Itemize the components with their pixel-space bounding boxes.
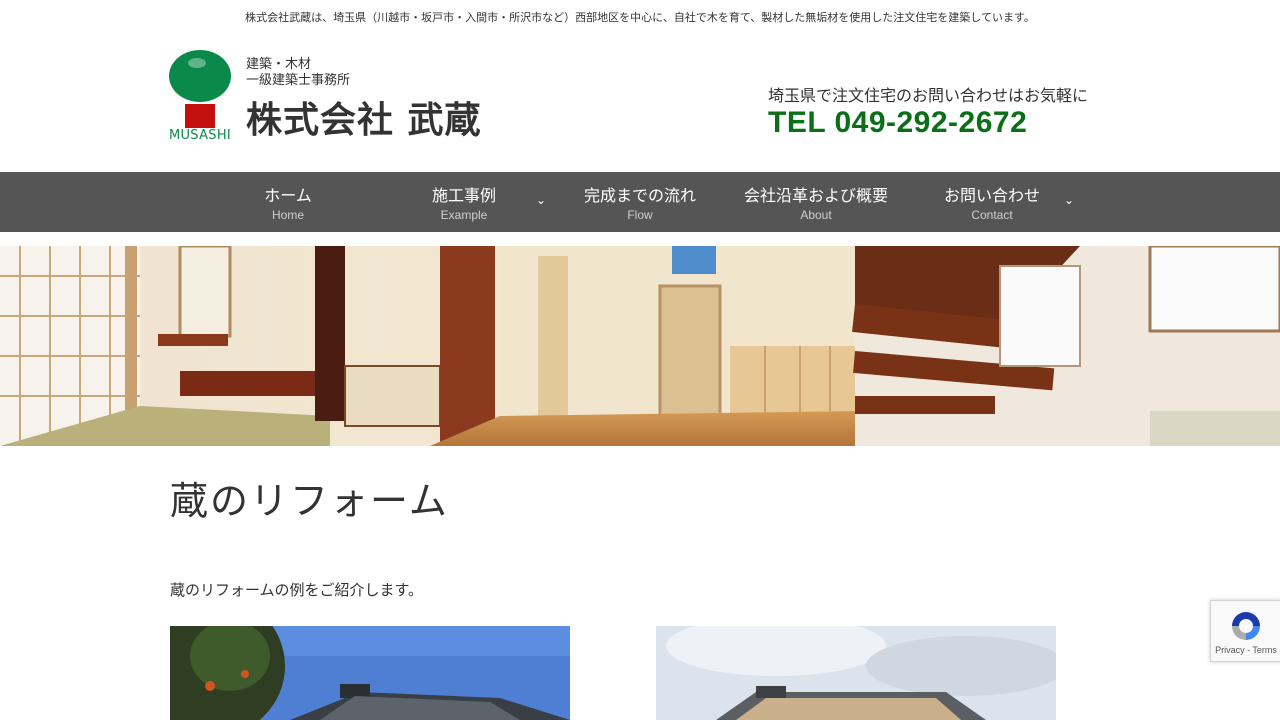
recaptcha-icon [1232,612,1260,640]
nav-sublabel: About [800,208,832,222]
nav-label: 施工事例 [431,186,496,205]
nav-sublabel: Flow [627,208,653,222]
brand-line-1: 建築・木材 [246,57,312,72]
reform-photo-1[interactable] [170,626,570,720]
chevron-down-icon[interactable]: ⌄ [1064,193,1074,207]
musashi-logo-icon[interactable]: MUSASHI [163,50,237,146]
hero-banner-image [0,246,1280,446]
chevron-down-icon[interactable]: ⌄ [536,193,546,207]
nav-item-example[interactable]: 施工事例 Example ⌄ [376,172,552,232]
intro-text: 蔵のリフォームの例をご紹介します。 [170,581,424,599]
nav-item-home[interactable]: ホーム Home [200,172,376,232]
brand-line-2: 一級建築士事務所 [246,73,351,88]
main-nav: ホーム Home 施工事例 Example ⌄ 完成までの流れ Flow 会社沿… [0,172,1280,232]
nav-label: お問い合わせ [943,186,1040,205]
page-title: 蔵のリフォーム [170,479,449,523]
recaptcha-badge[interactable]: Privacy - Terms [1210,600,1280,662]
nav-label: 会社沿革および概要 [743,186,888,205]
nav-sublabel: Example [440,208,488,222]
storehouse-photo-2 [656,626,1056,720]
nav-item-contact[interactable]: お問い合わせ Contact ⌄ [904,172,1080,232]
contact-prompt: 埼玉県で注文住宅のお問い合わせはお気軽に [768,86,1089,105]
logo-square [185,104,215,128]
nav-sublabel: Home [271,208,304,222]
reform-photo-2[interactable] [656,626,1056,720]
nav-item-about[interactable]: 会社沿革および概要 About [728,172,904,232]
nav-label: 完成までの流れ [583,186,696,205]
logo-circle [169,50,231,102]
phone-number[interactable]: TEL 049-292-2672 [768,106,1027,140]
nav-sublabel: Contact [971,208,1013,222]
top-tagline: 株式会社武蔵は、埼玉県（川越市・坂戸市・入間市・所沢市など）西部地区を中心に、自… [245,11,1035,24]
brand-name[interactable]: 株式会社 武蔵 [246,91,482,143]
recaptcha-links[interactable]: Privacy - Terms [1211,645,1280,655]
brand-subtitle: 建築・木材 一級建築士事務所 [246,57,350,89]
nav-item-flow[interactable]: 完成までの流れ Flow [552,172,728,232]
hero-interior-photo [0,246,1280,446]
storehouse-photo-1 [170,626,570,720]
logo-text: MUSASHI [168,128,232,143]
nav-label: ホーム [264,186,312,205]
